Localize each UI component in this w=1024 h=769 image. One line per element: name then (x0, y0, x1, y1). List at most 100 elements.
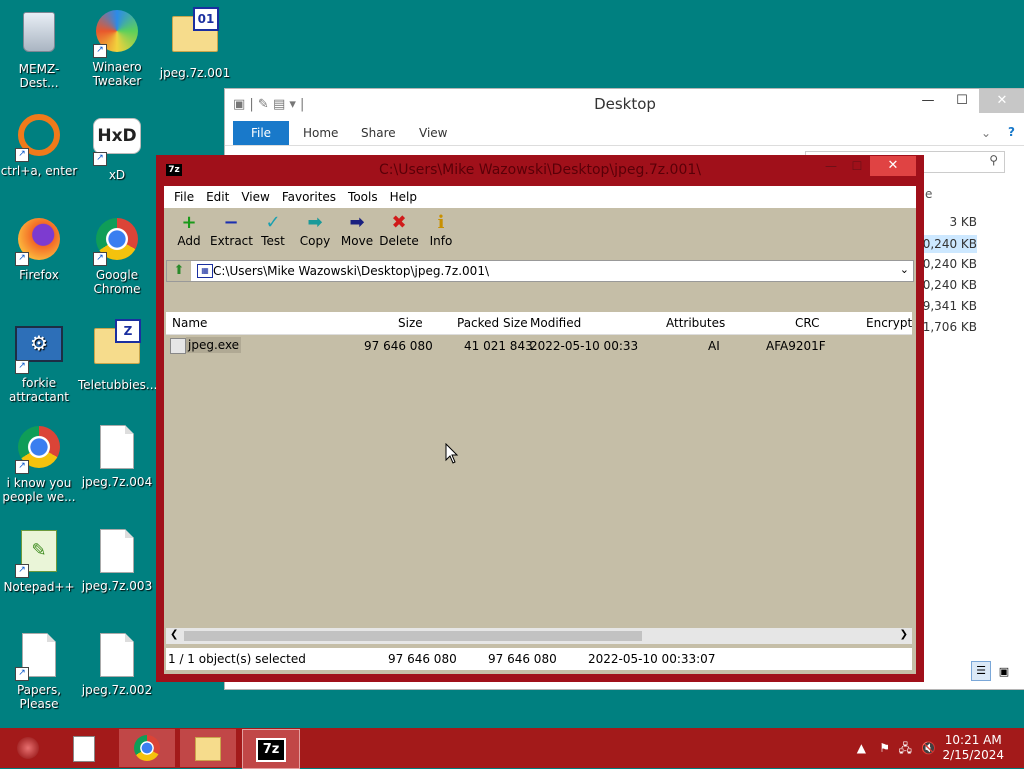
extract-button[interactable]: − Extract (210, 208, 253, 260)
info-icon: i (437, 212, 445, 233)
menu-bar: File Edit View Favorites Tools Help (164, 186, 916, 208)
desktop-icon-teletubbies[interactable]: Z Teletubbies... (78, 318, 157, 392)
maximize-button[interactable]: ☐ (945, 89, 979, 113)
network-icon[interactable]: 🖧 (899, 728, 912, 768)
taskbar-chrome-button[interactable] (119, 729, 175, 767)
file-icon (73, 736, 95, 762)
maximize-button[interactable]: ☐ (844, 156, 870, 176)
desktop-icon-jpeg004[interactable]: jpeg.7z.004 (78, 422, 156, 489)
address-bar[interactable]: ⬆ ▦ C:\Users\Mike Wazowski\Desktop\jpeg.… (166, 260, 914, 282)
desktop-icon-ctrl-a[interactable]: ↗ ctrl+a, enter (0, 110, 78, 178)
column-crc[interactable]: CRC (795, 316, 820, 330)
start-orb-icon (17, 737, 39, 759)
horizontal-scrollbar[interactable]: ❮ ❯ (166, 628, 912, 644)
desktop-icon-winaero[interactable]: ↗ Winaero Tweaker (78, 6, 156, 88)
test-button[interactable]: ✓ Test (252, 208, 294, 260)
row-crc: AFA9201F (766, 339, 826, 353)
taskbar-7zip-button[interactable]: 7z (242, 729, 300, 769)
desktop-icon-jpeg002[interactable]: jpeg.7z.002 (78, 630, 156, 697)
status-selection: 1 / 1 object(s) selected (168, 652, 306, 666)
desktop-icon-memz[interactable]: MEMZ-Dest... (0, 6, 78, 90)
volume-muted-icon[interactable]: 🔇 (921, 728, 936, 768)
archive-icon: ▦ (197, 264, 213, 278)
file-icon (100, 529, 134, 573)
minimize-button[interactable]: — (818, 156, 844, 176)
scroll-left-icon[interactable]: ❮ (170, 629, 178, 640)
desktop-icon-forkie[interactable]: ⚙ ↗ forkie attractant (0, 318, 78, 404)
taskbar-file-button[interactable] (56, 729, 112, 767)
row-attributes: AI (708, 339, 720, 353)
desktop-icon-firefox[interactable]: ↗ Firefox (0, 214, 78, 282)
sevenzip-window[interactable]: 7z C:\Users\Mike Wazowski\Desktop\jpeg.7… (156, 155, 924, 682)
table-row[interactable]: jpeg.exe 97 646 080 41 021 843 2022-05-1… (166, 336, 912, 356)
start-button[interactable] (0, 729, 56, 767)
scrollbar-thumb[interactable] (184, 631, 642, 641)
large-icons-view-icon[interactable]: ▣ (995, 663, 1013, 681)
column-packed-size[interactable]: Packed Size (457, 316, 528, 330)
scroll-right-icon[interactable]: ❯ (900, 629, 908, 640)
info-button[interactable]: i Info (420, 208, 462, 260)
clock[interactable]: 10:21 AM 2/15/2024 (942, 733, 1004, 763)
menu-file[interactable]: File (168, 190, 200, 204)
tab-share[interactable]: Share (361, 121, 396, 145)
chevron-down-icon[interactable]: ⌄ (900, 263, 909, 276)
menu-help[interactable]: Help (384, 190, 423, 204)
desktop-icon-chrome-2[interactable]: ↗ i know you people we... (0, 422, 78, 504)
close-button[interactable]: ✕ (979, 89, 1024, 113)
menu-view[interactable]: View (235, 190, 275, 204)
copy-button[interactable]: ➡ Copy (294, 208, 336, 260)
monitor-gear-icon: ⚙ (15, 326, 63, 362)
clock-time: 10:21 AM (944, 733, 1002, 747)
action-center-flag-icon[interactable]: ⚑ (879, 728, 890, 768)
move-button[interactable]: ➡ Move (336, 208, 378, 260)
explorer-titlebar[interactable]: ▣ | ✎ ▤ ▾ | Desktop — ☐ ✕ (225, 89, 1024, 121)
column-modified[interactable]: Modified (530, 316, 581, 330)
delete-button[interactable]: ✖ Delete (378, 208, 420, 260)
desktop-icon-jpeg001[interactable]: 01 jpeg.7z.001 (156, 6, 234, 80)
status-packed: 97 646 080 (488, 652, 557, 666)
close-button[interactable]: ✕ (870, 156, 916, 176)
help-icon[interactable]: ? (1008, 125, 1015, 139)
sevenzip-titlebar[interactable]: 7z C:\Users\Mike Wazowski\Desktop\jpeg.7… (156, 155, 924, 185)
desktop-icon-notepadpp[interactable]: ✎ ↗ Notepad++ (0, 526, 78, 594)
list-header: Name Size Packed Size Modified Attribute… (166, 312, 912, 335)
recycle-bin-icon (23, 12, 55, 52)
plus-icon: + (181, 212, 197, 233)
minimize-button[interactable]: — (911, 89, 945, 113)
menu-edit[interactable]: Edit (200, 190, 235, 204)
desktop-icon-jpeg003[interactable]: jpeg.7z.003 (78, 526, 156, 593)
details-view-icon[interactable]: ☰ (971, 661, 991, 681)
menu-tools[interactable]: Tools (342, 190, 384, 204)
hxd-icon: HxD (93, 118, 141, 154)
file-list[interactable]: Name Size Packed Size Modified Attribute… (166, 312, 912, 652)
up-folder-icon[interactable]: ⬆ (167, 261, 191, 281)
menu-favorites[interactable]: Favorites (276, 190, 342, 204)
desktop-icon-xd[interactable]: HxD ↗ xD (78, 110, 156, 182)
add-button[interactable]: + Add (168, 208, 210, 260)
sevenzip-icon: 7z (256, 738, 286, 762)
sevenzip-title: C:\Users\Mike Wazowski\Desktop\jpeg.7z.0… (379, 162, 701, 178)
desktop-icon-chrome[interactable]: ↗ Google Chrome (78, 214, 156, 296)
tab-home[interactable]: Home (303, 121, 338, 145)
column-encrypted[interactable]: Encrypte (866, 316, 912, 330)
status-modified: 2022-05-10 00:33:07 (588, 652, 716, 666)
move-arrow-icon: ➡ (349, 212, 365, 233)
file-icon (170, 338, 186, 354)
file-icon (100, 425, 134, 469)
column-header-fragment: e (925, 187, 933, 201)
chevron-down-icon[interactable]: ⌄ (981, 126, 991, 140)
tab-file[interactable]: File (233, 121, 289, 145)
column-attributes[interactable]: Attributes (666, 316, 725, 330)
status-size: 97 646 080 (388, 652, 457, 666)
tab-view[interactable]: View (419, 121, 447, 145)
taskbar: 7z ▲ ⚑ 🖧 🔇 10:21 AM 2/15/2024 (0, 728, 1024, 769)
row-modified: 2022-05-10 00:33 (530, 339, 639, 353)
desktop-icon-papers-please[interactable]: ↗ Papers, Please (0, 630, 78, 711)
column-name[interactable]: Name (172, 316, 207, 330)
explorer-title: Desktop (594, 95, 656, 113)
show-hidden-icons-icon[interactable]: ▲ (857, 728, 866, 768)
taskbar-explorer-button[interactable] (180, 729, 236, 767)
toolbar: + Add − Extract ✓ Test ➡ Copy ➡ Move ✖ Delete … (164, 208, 916, 260)
minus-icon: − (223, 212, 239, 233)
column-size[interactable]: Size (398, 316, 423, 330)
